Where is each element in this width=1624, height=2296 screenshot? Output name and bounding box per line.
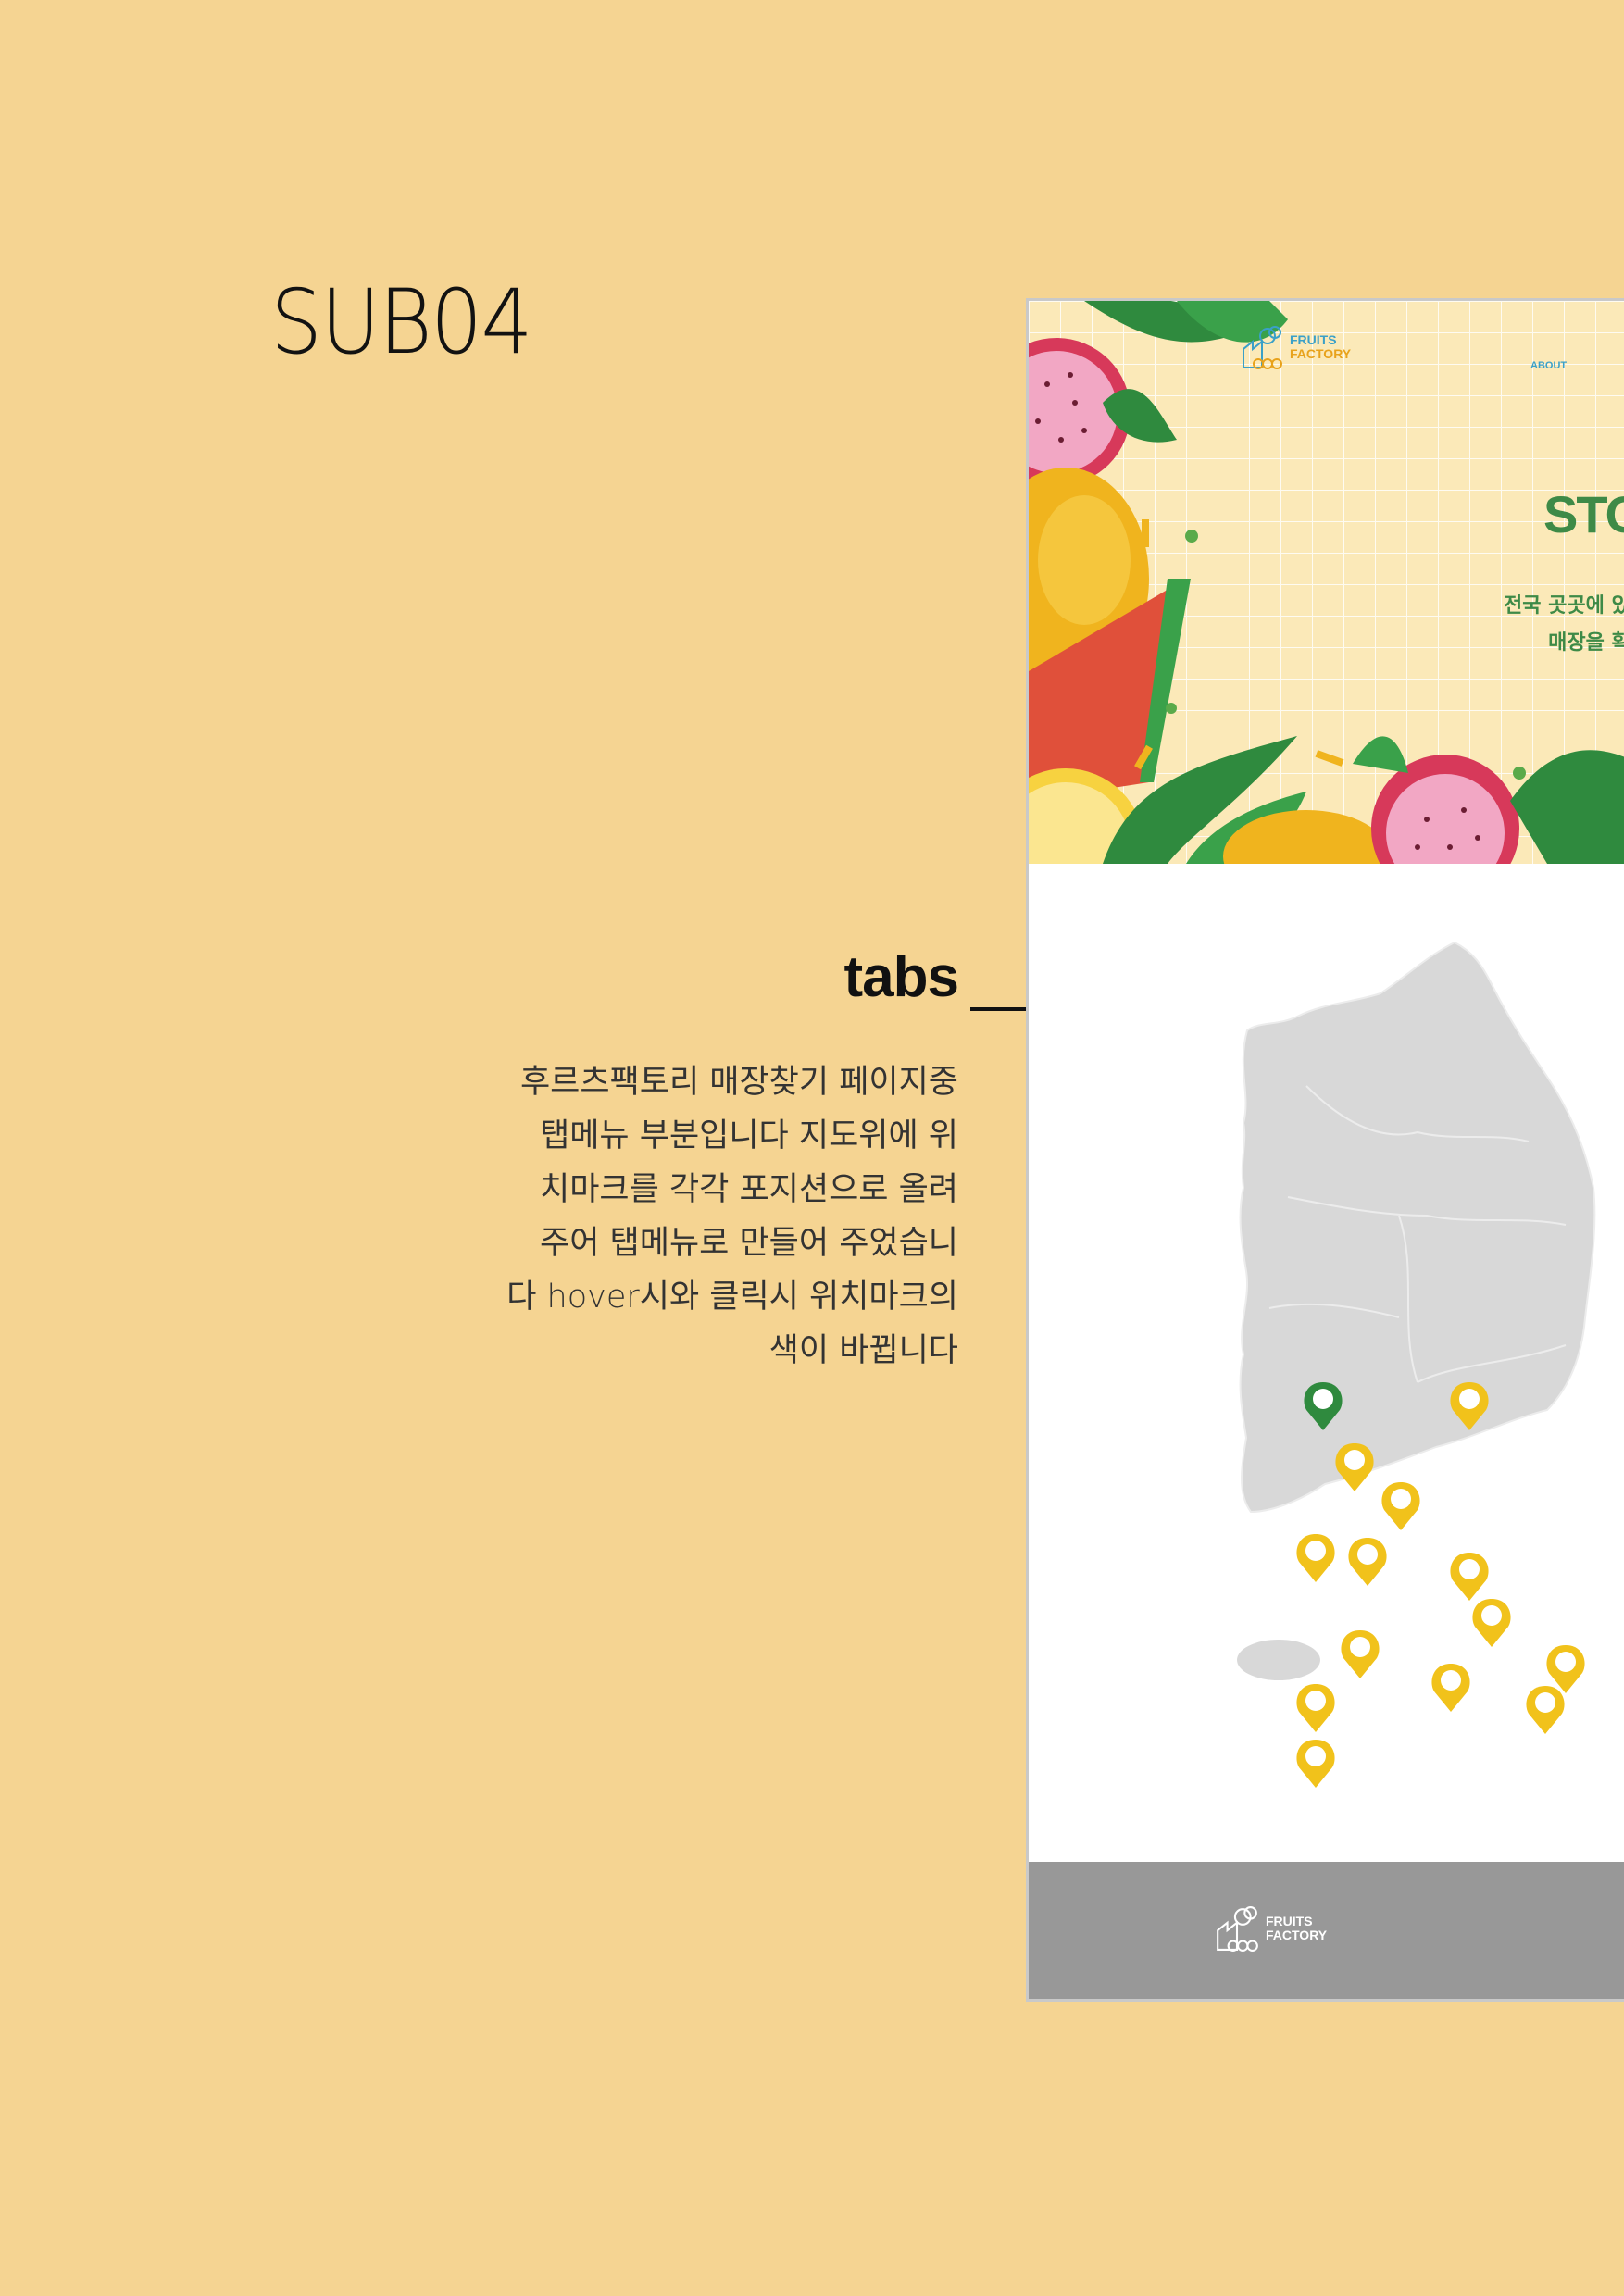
map-pin-icon: [1546, 1645, 1585, 1693]
description-line: 색이 바뀝니다: [768, 1332, 958, 1369]
description-line: 치마크를 각각 포지션으로 올려: [540, 1171, 958, 1208]
page-title: SUB04: [270, 270, 533, 374]
footer-logo-line1: FRUITS: [1266, 1914, 1313, 1928]
footer-logo-line2: FACTORY: [1266, 1928, 1328, 1942]
store-map-area: [1029, 864, 1624, 1964]
korea-map: [1237, 941, 1596, 1964]
map-pin-icon: [1526, 1686, 1565, 1734]
site-footer: FRUITS FACTORY: [1029, 1862, 1624, 1999]
description-line: 탭메뉴 부분입니다 지도위에 위: [540, 1117, 958, 1154]
hero-subtitle: 전국 곳곳에 있는 매장을 확인: [1464, 588, 1624, 662]
brand-logo[interactable]: FRUITS FACTORY: [1240, 323, 1351, 371]
section-label-connector: [970, 1007, 1028, 1011]
description-line: 주어 탭메뉴로 만들어 주었습니: [540, 1225, 958, 1262]
footer-logo[interactable]: FRUITS FACTORY: [1214, 1903, 1327, 1954]
map-pin-icon: [1348, 1538, 1387, 1586]
logo-text-line1: FRUITS: [1290, 332, 1337, 347]
hero-subtitle-line: 전국 곳곳에 있는: [1504, 594, 1624, 618]
logo-text-line2: FACTORY: [1290, 346, 1352, 361]
map-pin-icon: [1431, 1664, 1470, 1712]
website-screenshot-frame: FRUITS FACTORY ABOUT STO 전국 곳곳에 있는 매장을 확…: [1026, 298, 1624, 2002]
map-pin-icon: [1341, 1630, 1380, 1678]
fruit-decoration-illustration: [1029, 301, 1624, 864]
description-line: 다 hover시와 클릭시 위치마크의: [506, 1279, 958, 1316]
map-pin-icon: [1296, 1534, 1335, 1582]
korea-mainland-shape: [1239, 941, 1596, 1514]
map-pin-icon: [1296, 1684, 1335, 1732]
map-pin-icon: [1296, 1740, 1335, 1788]
description-text: 후르츠팩토리 매장찾기 페이지중 탭메뉴 부분입니다 지도위에 위 치마크를 각…: [440, 1055, 958, 1378]
hero-title: STO: [1543, 485, 1624, 543]
hero-subtitle-line: 매장을 확인: [1548, 631, 1624, 655]
map-pin-icon: [1450, 1553, 1489, 1601]
description-line: 후르츠팩토리 매장찾기 페이지중: [519, 1064, 958, 1101]
map-pin-icon: [1335, 1443, 1374, 1491]
hero-banner: FRUITS FACTORY ABOUT STO 전국 곳곳에 있는 매장을 확…: [1029, 301, 1624, 864]
nav-item-about[interactable]: ABOUT: [1530, 360, 1567, 371]
jeju-island-shape: [1237, 1640, 1320, 1680]
map-pin-icon: [1381, 1482, 1420, 1530]
section-label: tabs: [843, 945, 959, 1009]
factory-logo-icon: [1243, 326, 1282, 369]
factory-logo-icon: [1217, 1906, 1258, 1952]
map-pin-icon: [1472, 1599, 1511, 1647]
